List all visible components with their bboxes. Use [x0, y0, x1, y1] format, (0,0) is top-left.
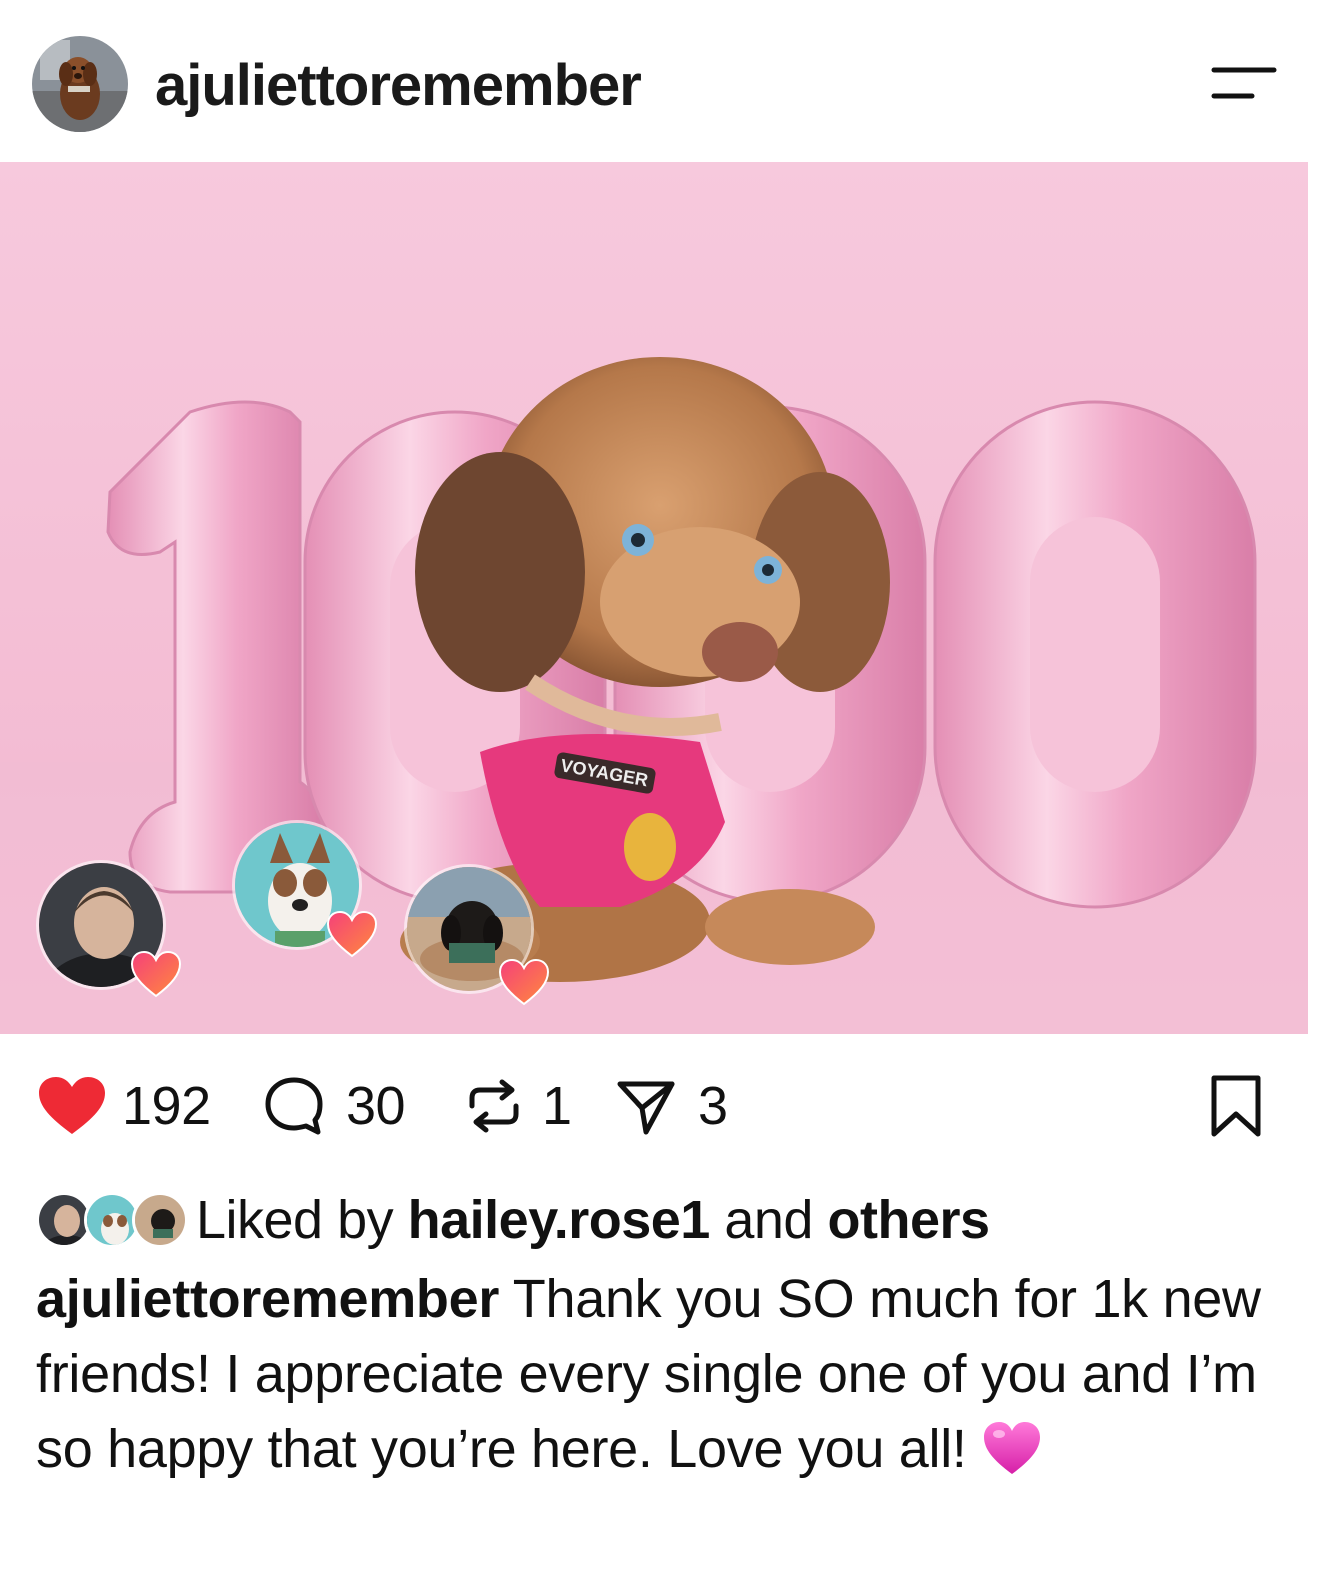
- liked-by-prefix: Liked by: [196, 1190, 394, 1250]
- comment-button[interactable]: [262, 1074, 326, 1138]
- paper-plane-icon: [617, 1081, 675, 1135]
- liked-by-middle: and: [724, 1190, 813, 1250]
- liked-by-user[interactable]: hailey.rose1: [408, 1190, 711, 1250]
- repost-button[interactable]: [462, 1074, 526, 1138]
- post-caption: ajuliettoremember Thank you SO much for …: [36, 1262, 1286, 1487]
- liked-by-avatars: [36, 1188, 196, 1252]
- repost-arrows-icon: [469, 1079, 519, 1133]
- black-dachshund-avatar-icon: [135, 1195, 185, 1245]
- share-button[interactable]: [614, 1074, 678, 1138]
- liked-by-text: Liked by hailey.rose1 and others: [196, 1189, 990, 1251]
- liked-avatar-black-dachshund: [132, 1192, 188, 1248]
- liked-by-row[interactable]: Liked by hailey.rose1 and others: [36, 1188, 990, 1252]
- comments-count[interactable]: 30: [346, 1074, 406, 1138]
- reaction-heart-icon: [130, 950, 182, 998]
- pink-heart-emoji-icon: [983, 1422, 1040, 1474]
- menu-lines-icon: [1211, 67, 1277, 99]
- post-photo[interactable]: VOYAGER: [0, 162, 1308, 1034]
- likes-count[interactable]: 192: [122, 1074, 211, 1138]
- post-actions: 192 30 1 3: [0, 1060, 1320, 1150]
- post-header: ajuliettoremember: [0, 0, 1320, 162]
- reaction-heart-icon: [326, 910, 378, 958]
- menu-button[interactable]: [1206, 60, 1282, 108]
- like-button[interactable]: [36, 1074, 108, 1138]
- bookmark-icon: [1211, 1075, 1261, 1137]
- header-username[interactable]: ajuliettoremember: [155, 52, 642, 119]
- liked-by-others[interactable]: others: [827, 1190, 990, 1250]
- dachshund-avatar-icon: [32, 36, 128, 132]
- profile-avatar[interactable]: [32, 36, 128, 132]
- reposts-count[interactable]: 1: [542, 1074, 572, 1138]
- shares-count[interactable]: 3: [698, 1074, 728, 1138]
- heart-filled-icon: [39, 1077, 105, 1134]
- save-button[interactable]: [1206, 1074, 1266, 1138]
- caption-username[interactable]: ajuliettoremember: [36, 1269, 499, 1329]
- reaction-heart-icon: [498, 958, 550, 1006]
- speech-bubble-icon: [265, 1077, 323, 1135]
- puppy-balloons-image: VOYAGER: [0, 162, 1308, 1034]
- balloon-zero-3: [933, 400, 1257, 909]
